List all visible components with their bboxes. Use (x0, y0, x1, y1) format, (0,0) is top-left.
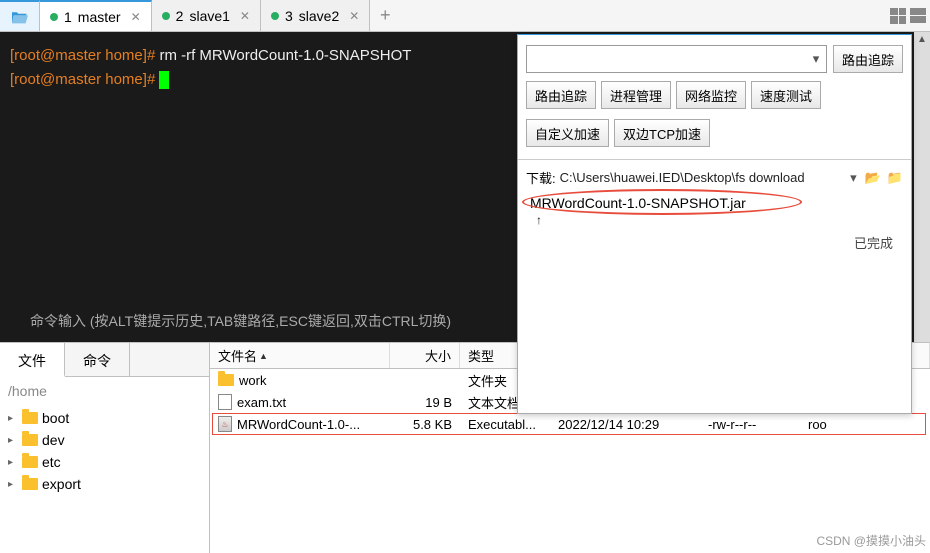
col-size[interactable]: 大小 (390, 343, 460, 368)
panel-button[interactable]: 路由追踪 (526, 81, 596, 109)
tree-item[interactable]: ▸ export (0, 473, 209, 495)
grid-layout-icon[interactable] (890, 8, 906, 24)
file-name: MRWordCount-1.0-... (237, 417, 360, 432)
close-icon[interactable]: ✕ (131, 10, 141, 24)
scroll-up-icon[interactable]: ▲ (914, 32, 930, 48)
folder-icon (218, 374, 234, 386)
file-size: 5.8 KB (390, 415, 460, 434)
download-label: 下载: (526, 168, 556, 187)
watermark: CSDN @摸摸小油头 (816, 532, 926, 549)
folder-open-icon[interactable]: 📂 (865, 170, 881, 186)
panel-search-input[interactable] (527, 52, 806, 67)
tab-slave1[interactable]: 2 slave1 ✕ (152, 0, 261, 31)
expand-icon[interactable]: ▸ (8, 457, 18, 468)
download-status: 已完成 (526, 227, 903, 258)
close-icon[interactable]: ✕ (240, 9, 250, 23)
file-mtime: 2022/12/14 10:29 (550, 415, 700, 434)
tree-item[interactable]: ▸ boot (0, 407, 209, 429)
prompt: [root@master home]# (10, 71, 159, 88)
file-size: 19 B (390, 393, 460, 412)
download-section: 下载: C:\Users\huawei.IED\Desktop\fs downl… (518, 164, 911, 262)
folder-icon (22, 434, 38, 446)
file-name: work (239, 373, 266, 388)
prompt: [root@master home]# (10, 47, 159, 64)
tab-label: slave2 (299, 8, 339, 24)
session-tabs: 1 master ✕ 2 slave1 ✕ 3 slave2 ✕ + (40, 0, 400, 31)
panel-button[interactable]: 速度测试 (751, 81, 821, 109)
panel-button[interactable]: 自定义加速 (526, 119, 609, 147)
status-dot-icon (50, 13, 58, 21)
tab-slave2[interactable]: 3 slave2 ✕ (261, 0, 370, 31)
folder-name: dev (42, 432, 65, 448)
sort-asc-icon: ▲ (259, 351, 268, 361)
folder-name: boot (42, 410, 69, 426)
col-name[interactable]: 文件名▲ (210, 343, 390, 368)
panel-button[interactable]: 网络监控 (676, 81, 746, 109)
tab-commands[interactable]: 命令 (65, 343, 130, 376)
folder-icon (22, 412, 38, 424)
download-path: C:\Users\huawei.IED\Desktop\fs download (560, 170, 842, 185)
input-hint: 命令输入 (按ALT键提示历史,TAB键路径,ESC键返回,双击CTRL切换) (30, 310, 451, 332)
expand-icon[interactable]: ▸ (8, 435, 18, 446)
file-type: Executabl... (460, 415, 550, 434)
tab-number: 2 (176, 8, 184, 24)
folder-name: export (42, 476, 81, 492)
file-perm: -rw-r--r-- (700, 415, 800, 434)
close-icon[interactable]: ✕ (349, 9, 359, 23)
current-path: /home (0, 377, 209, 405)
folder-name: etc (42, 454, 61, 470)
tab-label: slave1 (189, 8, 229, 24)
file-user: roo (800, 415, 930, 434)
open-folder-button[interactable] (0, 0, 40, 31)
folder-icon (22, 456, 38, 468)
folder-tree: ▸ boot ▸ dev ▸ etc ▸ export (0, 405, 209, 497)
panel-button[interactable]: 进程管理 (601, 81, 671, 109)
cursor (159, 71, 169, 89)
main-toolbar: 1 master ✕ 2 slave1 ✕ 3 slave2 ✕ + (0, 0, 930, 32)
scrollbar[interactable]: ▲ (914, 32, 930, 342)
file-row[interactable]: ♨ MRWordCount-1.0-... 5.8 KB Executabl...… (210, 413, 930, 435)
folder-icon (22, 478, 38, 490)
download-file-item[interactable]: MRWordCount-1.0-SNAPSHOT.jar (526, 193, 903, 213)
panel-button[interactable]: 双边TCP加速 (614, 119, 710, 147)
download-filename: MRWordCount-1.0-SNAPSHOT.jar (530, 195, 746, 211)
trace-route-button[interactable]: 路由追踪 (833, 45, 903, 73)
jar-icon: ♨ (218, 416, 232, 432)
expand-icon[interactable]: ▸ (8, 479, 18, 490)
document-icon (218, 394, 232, 410)
tools-panel: ▾ 路由追踪 路由追踪 进程管理 网络监控 速度测试 自定义加速 双边TCP加速… (517, 34, 912, 414)
tab-label: master (78, 9, 121, 25)
sub-tabs: 文件 命令 (0, 343, 209, 377)
tab-master[interactable]: 1 master ✕ (40, 0, 152, 31)
folder-tree-pane: 文件 命令 /home ▸ boot ▸ dev ▸ etc ▸ export (0, 343, 210, 553)
layout-controls (890, 0, 930, 31)
command-text: rm -rf MRWordCount-1.0-SNAPSHOT (159, 47, 411, 64)
file-name: exam.txt (237, 395, 286, 410)
upload-indicator-icon: ↑ (526, 213, 903, 227)
status-dot-icon (271, 12, 279, 20)
add-tab-button[interactable]: + (370, 0, 400, 31)
chevron-down-icon[interactable]: ▾ (846, 170, 861, 186)
panel-search-combo[interactable]: ▾ (526, 45, 827, 73)
tree-item[interactable]: ▸ etc (0, 451, 209, 473)
dropdown-icon[interactable]: ▾ (806, 51, 826, 67)
tab-number: 1 (64, 9, 72, 25)
tree-item[interactable]: ▸ dev (0, 429, 209, 451)
tab-files[interactable]: 文件 (0, 343, 65, 377)
file-size (390, 378, 460, 382)
list-layout-icon[interactable] (910, 8, 926, 24)
tab-number: 3 (285, 8, 293, 24)
expand-icon[interactable]: ▸ (8, 413, 18, 424)
folder-icon[interactable]: 📁 (887, 170, 903, 186)
status-dot-icon (162, 12, 170, 20)
